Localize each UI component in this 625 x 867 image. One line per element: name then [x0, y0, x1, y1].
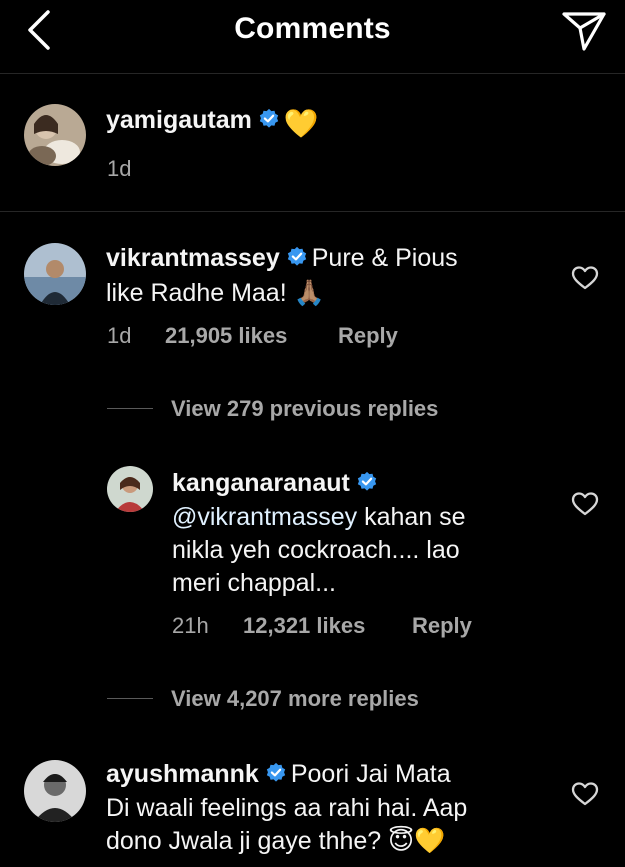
reply-button[interactable]: Reply [412, 613, 472, 639]
header-bar: Comments [0, 0, 625, 74]
page-title: Comments [234, 12, 391, 45]
caption-time: 1d [107, 156, 132, 181]
avatar[interactable] [24, 243, 86, 305]
heart-icon[interactable] [571, 265, 599, 291]
avatar[interactable] [107, 466, 153, 512]
verified-badge-icon [259, 108, 279, 128]
comment-body: ayushmannk Poori Jai Mata Di waali feelin… [106, 758, 566, 858]
username[interactable]: ayushmannk [106, 760, 259, 788]
reply-body: kanganaranaut @vikrantmassey kahan se ni… [172, 467, 552, 600]
like-count[interactable]: 21,905 likes [165, 323, 287, 349]
like-count[interactable]: 12,321 likes [243, 613, 365, 639]
paper-plane-icon[interactable] [561, 10, 607, 52]
comment-body: vikrantmassey Pure & Pious like Radhe Maa… [106, 242, 546, 310]
reply-text: meri chappal... [172, 569, 336, 597]
reply-text: nikla yeh cockroach.... lao [172, 536, 460, 564]
reply-time: 21h [172, 613, 209, 638]
view-more-replies[interactable]: View 4,207 more replies [171, 686, 419, 712]
avatar[interactable] [24, 104, 86, 166]
username[interactable]: kanganaranaut [172, 469, 350, 497]
username[interactable]: vikrantmassey [106, 244, 280, 272]
thread-line [107, 698, 153, 699]
caption-text: 💛 [283, 108, 319, 139]
mention-link[interactable]: @vikrantmassey [172, 503, 357, 531]
post-caption: yamigautam 💛 1d [0, 74, 625, 212]
verified-badge-icon [357, 471, 377, 491]
caption-line: yamigautam 💛 [106, 106, 319, 140]
heart-icon[interactable] [571, 781, 599, 807]
reply-text: kahan se [357, 503, 466, 531]
avatar[interactable] [24, 760, 86, 822]
reply-button[interactable]: Reply [338, 323, 398, 349]
comment-text: dono Jwala ji gaye thhe? 😇💛 [106, 827, 446, 855]
verified-badge-icon [287, 246, 306, 266]
thread-line [107, 408, 153, 409]
username[interactable]: yamigautam [106, 106, 252, 134]
heart-icon[interactable] [571, 491, 599, 517]
comment-text: like Radhe Maa! 🙏🏽 [106, 279, 325, 307]
view-previous-replies[interactable]: View 279 previous replies [171, 396, 438, 422]
comment-time: 1d [107, 323, 132, 348]
comment-text: Pure & Pious [311, 244, 458, 272]
verified-badge-icon [266, 762, 286, 782]
comment-text: Di waali feelings aa rahi hai. Aap [106, 794, 468, 822]
comment-text: Poori Jai Mata [290, 760, 451, 788]
